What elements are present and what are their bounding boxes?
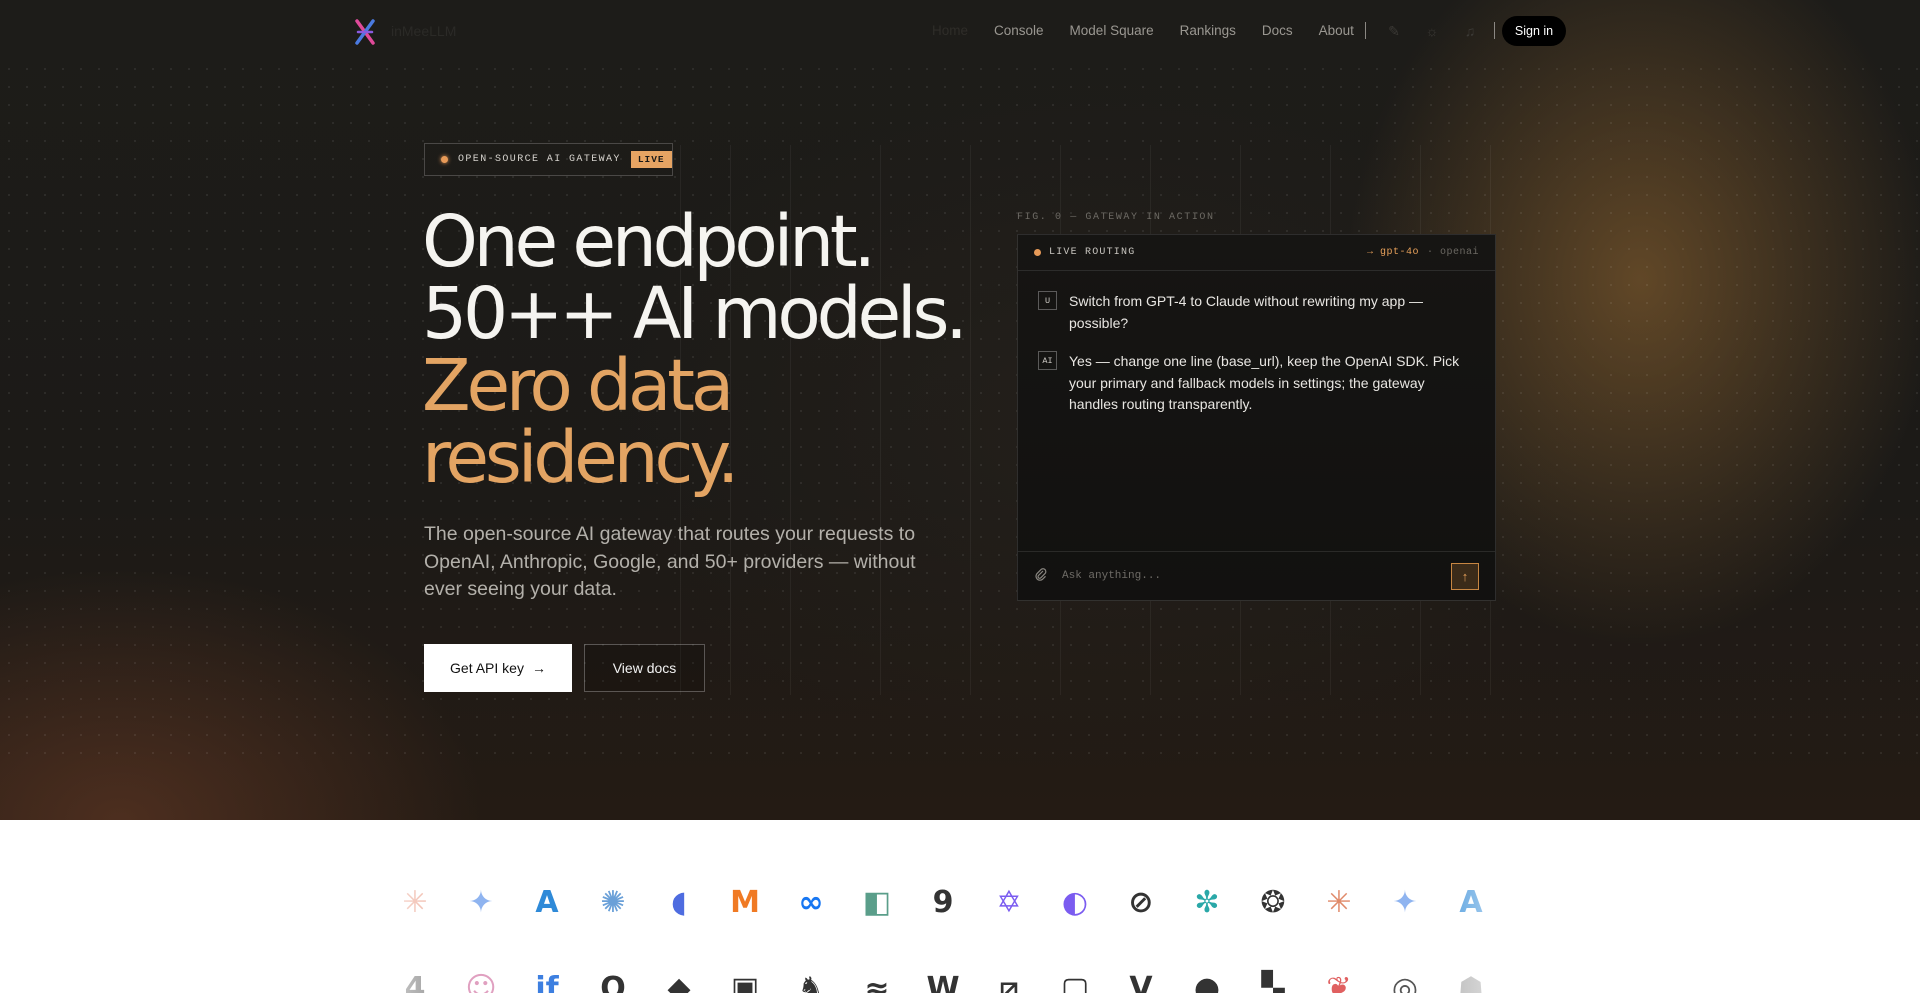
- hero-section: inMeeLLM Home Console Model Square Ranki…: [0, 0, 1920, 820]
- fade-right: [1420, 820, 1600, 993]
- grok-icon: ⊘: [1128, 884, 1154, 920]
- arrow-right-icon: →: [531, 660, 546, 676]
- deepseek-icon: ◖: [671, 884, 687, 920]
- route-provider: · openai: [1426, 247, 1479, 258]
- azure-icon: A: [535, 884, 559, 920]
- ai-message-text: Yes — change one line (base_url), keep t…: [1069, 353, 1460, 412]
- fade-left: [300, 820, 440, 993]
- top-navbar: inMeeLLM Home Console Model Square Ranki…: [0, 0, 1920, 62]
- openai-icon: ❂: [1260, 884, 1286, 920]
- user-tag: U: [1038, 291, 1057, 310]
- ollama-icon: ♞: [797, 970, 825, 993]
- brand-logo-icon[interactable]: [354, 19, 376, 45]
- ai-tag: AI: [1038, 351, 1057, 370]
- mistral-icon: M: [730, 884, 760, 920]
- get-api-key-label: Get API key: [450, 660, 524, 676]
- translate-icon[interactable]: ✎: [1385, 22, 1403, 40]
- kangaroo-icon: ≈: [864, 970, 890, 993]
- panel-header: LIVE ROUTING → gpt-4o · openai: [1018, 235, 1495, 271]
- badge-text: OPEN-SOURCE AI GATEWAY: [458, 154, 621, 165]
- cube-icon: ◆: [667, 970, 691, 993]
- brand-name[interactable]: inMeeLLM: [391, 23, 456, 39]
- view-docs-button[interactable]: View docs: [584, 644, 705, 692]
- perplexity-icon: ✼: [1194, 884, 1220, 920]
- nav-divider: [1365, 22, 1366, 39]
- get-api-key-button[interactable]: Get API key →: [424, 644, 572, 692]
- brain-icon: ✺: [600, 884, 626, 920]
- chat-input[interactable]: [1062, 570, 1442, 582]
- attach-icon[interactable]: [1034, 567, 1052, 585]
- gateway-demo-panel: LIVE ROUTING → gpt-4o · openai U Switch …: [1017, 234, 1496, 601]
- provider-logo-row-2: 4☺ifQ◆▣♞≈W⧄▢V●▚❦◎☗: [395, 968, 1491, 993]
- nav-divider: [1494, 22, 1495, 39]
- chat-input-bar: ↑: [1018, 551, 1495, 600]
- provider-logo-row-1: ✳✦A✺◖M∞◧9✡◐⊘✼❂✳✦A: [395, 882, 1491, 922]
- nav-link-home[interactable]: Home: [932, 23, 968, 38]
- nav-link-model-square[interactable]: Model Square: [1070, 23, 1154, 38]
- route-model: → gpt-4o: [1366, 247, 1419, 258]
- meta-icon: ∞: [798, 884, 824, 920]
- hero-headline: One endpoint. 50++ AI models. Zero data …: [422, 200, 968, 499]
- frame-icon: ▢: [1060, 970, 1090, 993]
- send-arrow-icon[interactable]: ↑: [1451, 563, 1479, 590]
- nav-link-console[interactable]: Console: [994, 23, 1044, 38]
- user-message-text: Switch from GPT-4 to Claude without rewr…: [1069, 293, 1424, 331]
- live-dot-icon: [1034, 249, 1041, 256]
- headline-line-2: 50++ AI models.: [422, 272, 968, 355]
- wave-icon: W: [926, 970, 960, 993]
- avatar-icon: ☺: [465, 970, 497, 993]
- gemini-icon: ✦: [468, 884, 494, 920]
- v-icon: V: [1129, 970, 1153, 993]
- sign-in-button[interactable]: Sign in: [1502, 16, 1566, 46]
- chat-message-user: U Switch from GPT-4 to Claude without re…: [1038, 291, 1469, 334]
- iflytek-icon: if: [535, 970, 559, 993]
- headline-line-1: One endpoint.: [422, 200, 876, 283]
- live-routing-label: LIVE ROUTING: [1049, 247, 1136, 258]
- claude-icon: ✳: [1326, 884, 1352, 920]
- headline-accent-line-1: Zero data: [422, 344, 734, 427]
- nav-link-rankings[interactable]: Rankings: [1180, 23, 1236, 38]
- spiral-icon: ◎: [1391, 970, 1419, 993]
- live-badge: LIVE: [630, 151, 672, 168]
- gemini-icon-2: ✦: [1392, 884, 1418, 920]
- nine-icon: 9: [932, 884, 954, 920]
- figure-caption: FIG. 0 — GATEWAY IN ACTION: [1017, 212, 1215, 223]
- blob-icon: ●: [1193, 970, 1221, 993]
- nav-link-docs[interactable]: Docs: [1262, 23, 1293, 38]
- headline-accent-line-2: residency.: [422, 416, 739, 499]
- bell-icon[interactable]: ♫: [1461, 22, 1479, 40]
- apple-icon: ❦: [1326, 970, 1352, 993]
- theme-icon[interactable]: ☼: [1423, 22, 1441, 40]
- gateway-badge: OPEN-SOURCE AI GATEWAY LIVE: [424, 143, 673, 176]
- robot-icon: ▣: [730, 970, 760, 993]
- status-dot-icon: [441, 156, 448, 163]
- nav-link-about[interactable]: About: [1319, 23, 1354, 38]
- nav-links: Home Console Model Square Rankings Docs …: [932, 23, 1354, 38]
- chat-message-ai: AI Yes — change one line (base_url), kee…: [1038, 351, 1469, 416]
- blocks-icon: ▚: [1261, 970, 1285, 993]
- kimi-icon: ◐: [1061, 884, 1089, 920]
- slash-icon: ⧄: [999, 970, 1019, 993]
- hero-subtext: The open-source AI gateway that routes y…: [424, 523, 916, 600]
- q-icon: Q: [600, 970, 626, 993]
- zhipu-icon: ✡: [996, 884, 1022, 920]
- provider-logo-strip: ✳✦A✺◖M∞◧9✡◐⊘✼❂✳✦A 4☺ifQ◆▣♞≈W⧄▢V●▚❦◎☗: [0, 820, 1920, 993]
- figma-like-icon: ◧: [862, 884, 892, 920]
